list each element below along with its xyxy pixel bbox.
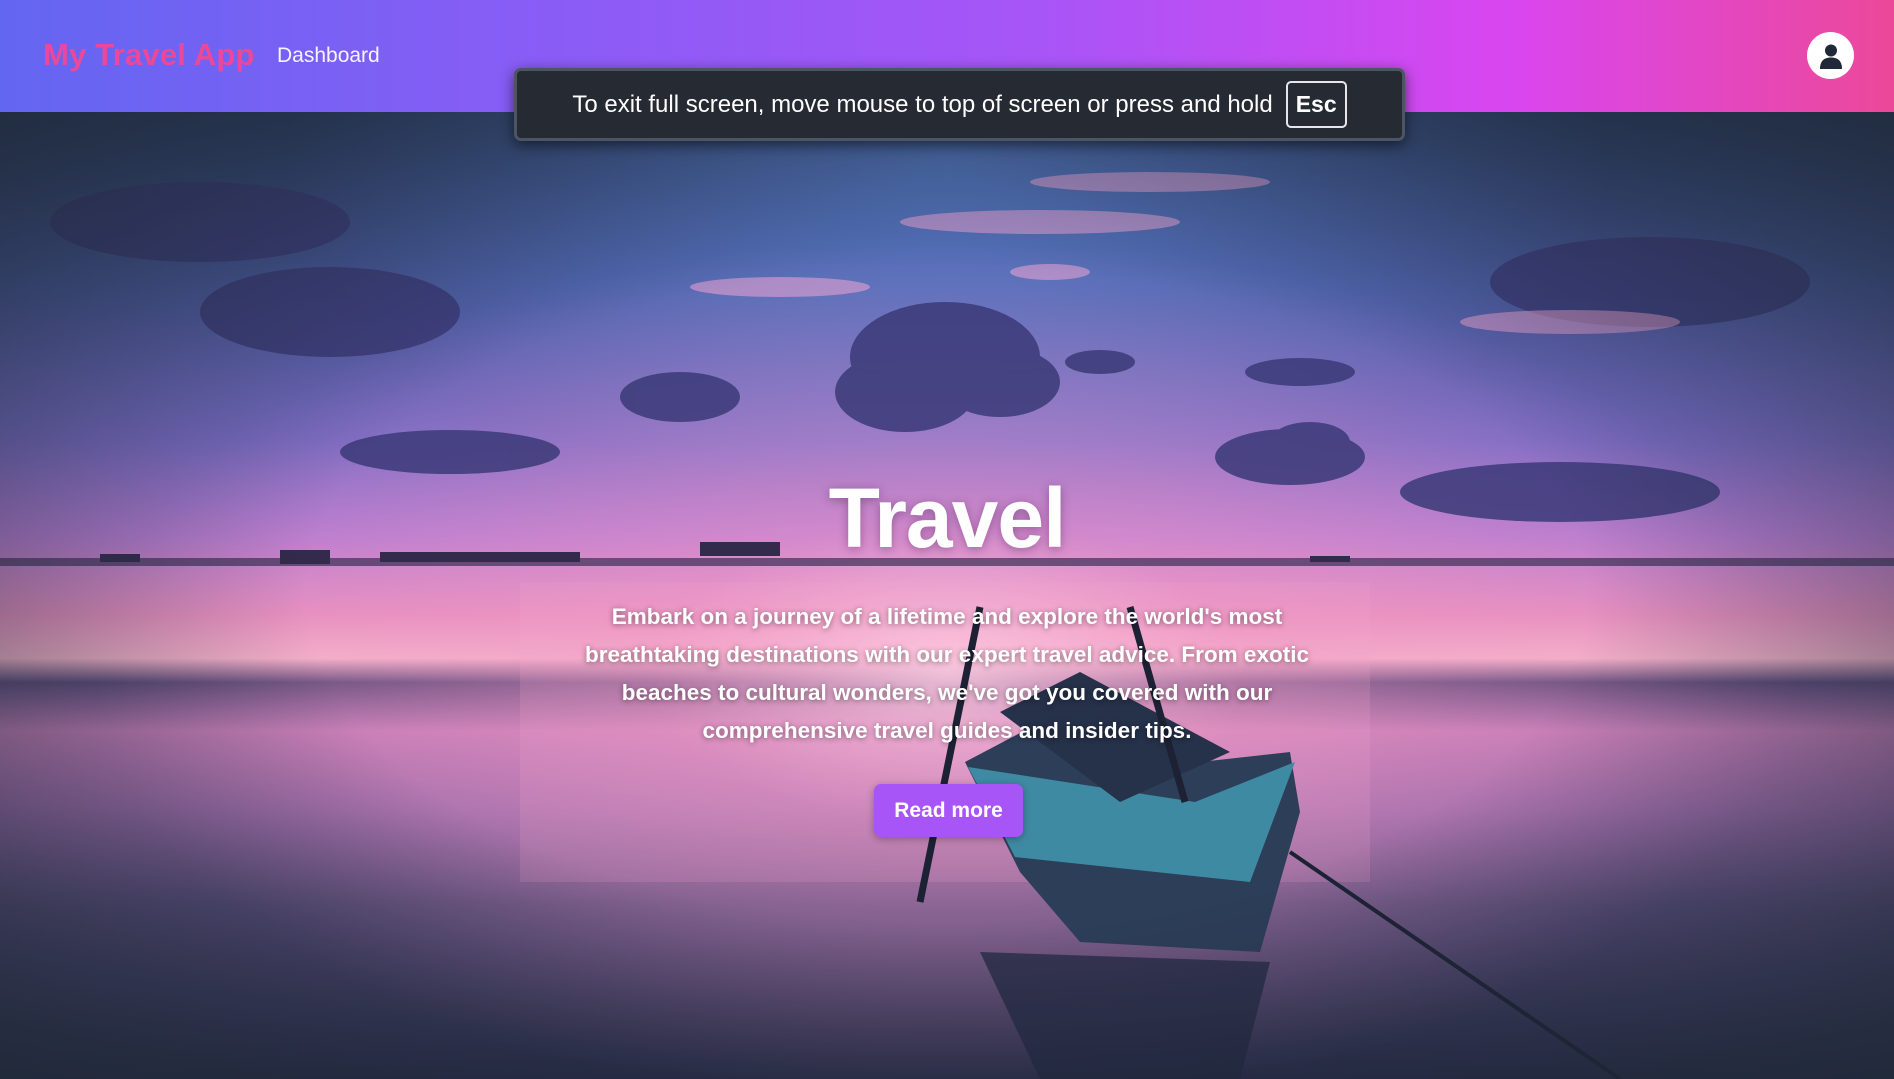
esc-key-badge: Esc (1285, 81, 1347, 128)
page: My Travel App Dashboard To exit full scr… (0, 0, 1894, 1079)
hero-description: Embark on a journey of a lifetime and ex… (585, 604, 1309, 743)
hero-section: Travel Embark on a journey of a lifetime… (0, 112, 1894, 1079)
hero-title: Travel (828, 471, 1067, 565)
user-icon (1819, 44, 1842, 69)
nav-link-dashboard[interactable]: Dashboard (277, 44, 380, 68)
fullscreen-exit-notice: To exit full screen, move mouse to top o… (514, 68, 1405, 141)
read-more-button[interactable]: Read more (874, 784, 1023, 837)
brand-logo[interactable]: My Travel App (43, 37, 255, 73)
user-avatar-button[interactable] (1807, 32, 1854, 79)
fullscreen-notice-text: To exit full screen, move mouse to top o… (572, 90, 1273, 118)
hero-content: Travel Embark on a journey of a lifetime… (0, 112, 1894, 1079)
